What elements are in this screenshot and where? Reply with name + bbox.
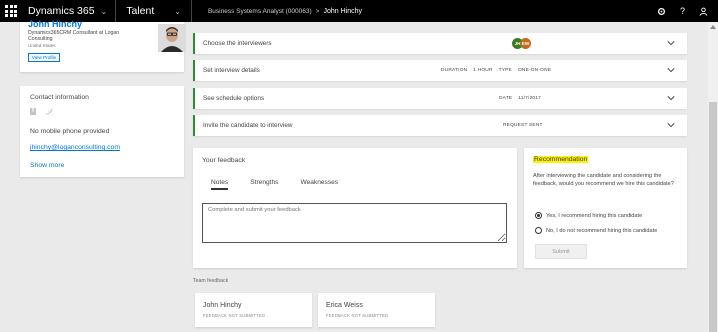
team-member-status: FEEDBACK NOT SUBMITTED	[326, 313, 389, 318]
top-nav-bar: Dynamics 365 ⌄ Talent ⌄ Business Systems…	[0, 0, 718, 22]
interview-details-meta: DURATION 1 HOUR TYPE ONE-ON-ONE	[441, 68, 551, 73]
contact-heading: Contact information	[30, 94, 89, 101]
your-feedback-card: Your feedback Notes Strengths Weaknesses	[193, 148, 517, 268]
step-title: Choose the interviewers	[203, 40, 272, 47]
breadcrumb-current: John Hinchy	[323, 7, 362, 15]
team-member-card[interactable]: Erica Weiss FEEDBACK NOT SUBMITTED	[318, 293, 435, 327]
tab-notes[interactable]: Notes	[211, 179, 229, 190]
candidate-location: United States	[28, 43, 56, 48]
chevron-down-icon[interactable]	[667, 94, 675, 102]
contact-information-card: Contact information f No mobile phone pr…	[20, 86, 184, 177]
candidate-title: Dynamics365CRM Consultant at Logan Consu…	[28, 30, 120, 43]
schedule-meta: DATE 11/7/2017	[499, 96, 541, 101]
team-member-name: John Hinchy	[203, 302, 242, 309]
step-title: Set interview details	[203, 67, 260, 74]
step-choose-interviewers[interactable]: Choose the interviewers JH EW	[193, 33, 687, 54]
app-name: Dynamics 365	[28, 5, 95, 17]
scrollbar-thumb[interactable]	[709, 102, 717, 332]
recommend-no-label: No, I do not recommend hiring this candi…	[546, 227, 658, 234]
scroll-up-icon[interactable]	[710, 25, 716, 29]
step-title: See schedule options	[203, 95, 265, 102]
invite-status: REQUEST SENT	[503, 123, 543, 128]
chevron-down-icon[interactable]	[667, 66, 675, 74]
feedback-title: Your feedback	[202, 157, 246, 164]
no-phone-text: No mobile phone provided	[30, 128, 110, 135]
recommendation-question: After interviewing the candidate and con…	[533, 173, 674, 187]
candidate-name[interactable]: John Hinchy	[28, 19, 82, 29]
breadcrumb-separator: >	[315, 7, 320, 15]
avatar: EW	[520, 38, 531, 49]
twitter-icon[interactable]	[45, 108, 53, 115]
person-icon[interactable]	[699, 7, 708, 16]
type-label: TYPE	[498, 68, 512, 73]
radio-unselected-icon	[535, 227, 542, 234]
module-switcher[interactable]: Talent ⌄	[116, 0, 192, 22]
breadcrumb: Business Systems Analyst (000063) > John…	[192, 8, 362, 15]
page-scrollbar[interactable]	[708, 22, 718, 332]
duration-label: DURATION	[441, 68, 468, 73]
help-icon[interactable]: ?	[680, 6, 685, 16]
feedback-notes-input[interactable]	[202, 203, 507, 243]
app-launcher-icon[interactable]	[0, 0, 22, 22]
step-set-interview-details[interactable]: Set interview details DURATION 1 HOUR TY…	[193, 60, 687, 81]
recommend-yes-radio[interactable]: Yes, I recommend hiring this candidate	[535, 212, 642, 219]
team-feedback-label: Team feedback	[193, 278, 229, 284]
email-link[interactable]: jhinchy@loganconsulting.com	[30, 144, 120, 151]
step-see-schedule-options[interactable]: See schedule options DATE 11/7/2017	[193, 88, 687, 109]
facebook-icon[interactable]: f	[30, 108, 36, 115]
submit-button[interactable]: Submit	[535, 244, 587, 259]
show-more-link[interactable]: Show more	[30, 162, 64, 169]
breadcrumb-parent[interactable]: Business Systems Analyst (000063)	[208, 8, 312, 15]
module-name: Talent	[126, 5, 155, 17]
tab-strengths[interactable]: Strengths	[250, 179, 278, 190]
tab-weaknesses[interactable]: Weaknesses	[300, 179, 338, 190]
avatar	[158, 24, 186, 52]
type-value: ONE-ON-ONE	[517, 68, 552, 73]
chevron-down-icon[interactable]	[667, 39, 675, 47]
top-bar-actions: ?	[657, 6, 718, 16]
chevron-down-icon: ⌄	[100, 6, 108, 16]
duration-value: 1 HOUR	[473, 68, 493, 73]
step-invite-candidate[interactable]: Invite the candidate to interview REQUES…	[193, 115, 687, 136]
candidate-profile-card: John Hinchy Dynamics365CRM Consultant at…	[20, 19, 186, 72]
radio-selected-icon	[535, 212, 542, 219]
recommendation-title: Recommendation	[533, 156, 589, 163]
team-member-status: FEEDBACK NOT SUBMITTED	[203, 313, 266, 318]
date-label: DATE	[499, 96, 513, 101]
chevron-down-icon: ⌄	[174, 6, 181, 16]
gear-icon[interactable]	[657, 7, 666, 16]
date-value: 11/7/2017	[518, 96, 542, 101]
feedback-tabs: Notes Strengths Weaknesses	[211, 179, 338, 190]
view-profile-button[interactable]: View Profile	[28, 53, 60, 62]
step-title: Invite the candidate to interview	[203, 122, 293, 129]
recommend-yes-label: Yes, I recommend hiring this candidate	[546, 212, 643, 219]
team-member-name: Erica Weiss	[326, 302, 363, 309]
social-links: f	[30, 108, 53, 115]
recommendation-card: Recommendation After interviewing the ca…	[524, 148, 687, 268]
chevron-down-icon[interactable]	[667, 121, 675, 129]
team-member-card[interactable]: John Hinchy FEEDBACK NOT SUBMITTED	[195, 293, 312, 327]
recommend-no-radio[interactable]: No, I do not recommend hiring this candi…	[535, 227, 657, 234]
